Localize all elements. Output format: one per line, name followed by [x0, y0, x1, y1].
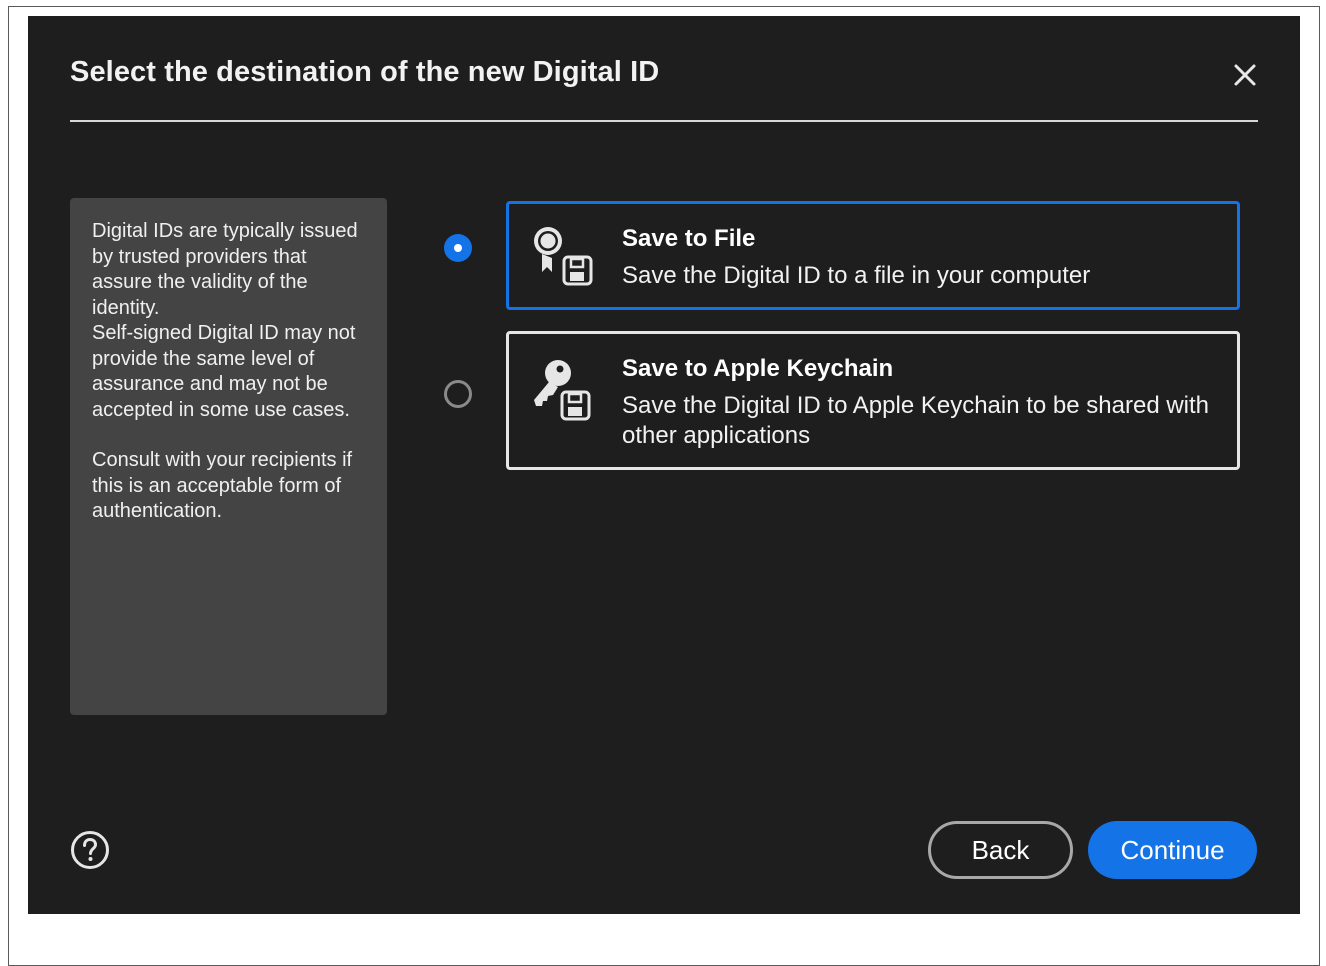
dialog-title: Select the destination of the new Digita… [70, 56, 660, 88]
option-save-to-file[interactable]: Save to File Save the Digital ID to a fi… [506, 201, 1240, 310]
help-button[interactable] [70, 830, 110, 870]
option-description: Save the Digital ID to a file in your co… [622, 262, 1091, 289]
certificate-save-icon [534, 227, 593, 286]
info-panel: Digital IDs are typically issued by trus… [70, 198, 387, 715]
info-paragraph-1: Digital IDs are typically issued by trus… [92, 220, 358, 319]
option-save-to-apple-keychain[interactable]: Save to Apple Keychain Save the Digital … [506, 331, 1240, 470]
radio-save-to-keychain[interactable] [444, 380, 472, 408]
digital-id-dialog: Select the destination of the new Digita… [28, 16, 1300, 914]
continue-button[interactable]: Continue [1088, 821, 1257, 879]
radio-save-to-file[interactable] [444, 234, 472, 262]
option-title: Save to File [622, 225, 756, 252]
option-title: Save to Apple Keychain [622, 355, 894, 382]
info-paragraph-2: Self-signed Digital ID may not provide t… [92, 322, 356, 421]
close-icon [1234, 64, 1256, 86]
option-description: Save the Digital ID to Apple Keychain to… [622, 392, 1210, 449]
back-button[interactable]: Back [928, 821, 1073, 879]
key-save-icon [534, 360, 591, 421]
info-paragraph-3: Consult with your recipients if this is … [92, 449, 353, 522]
help-icon [71, 831, 109, 869]
close-button[interactable] [1231, 61, 1259, 89]
title-divider [70, 120, 1258, 122]
